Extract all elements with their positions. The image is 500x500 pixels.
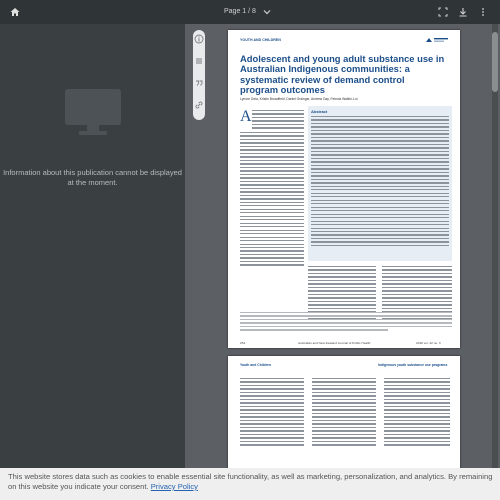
body-text-column-1 bbox=[252, 110, 304, 131]
cookie-banner: This website stores data such as cookies… bbox=[0, 468, 500, 500]
fit-width-icon[interactable] bbox=[438, 7, 448, 17]
link-icon[interactable] bbox=[194, 100, 204, 110]
tool-rail bbox=[193, 30, 205, 120]
scrollbar-thumb[interactable] bbox=[492, 32, 498, 92]
pdf-page-1: YOUTH AND CHILDREN Adolescent and young … bbox=[228, 30, 460, 348]
abstract-heading: Abstract bbox=[311, 109, 328, 114]
list-icon[interactable] bbox=[194, 56, 204, 66]
top-toolbar: Page 1 / 8 bbox=[0, 0, 500, 24]
abstract-text bbox=[311, 116, 449, 248]
article-authors: Lynore Geia, Kristin Broadfield, Daniel … bbox=[240, 97, 358, 101]
more-icon[interactable] bbox=[478, 7, 488, 17]
quote-icon[interactable] bbox=[194, 78, 204, 88]
privacy-policy-link[interactable]: Privacy Policy bbox=[151, 482, 198, 491]
journal-name: Australian and New Zealand Journal of Pu… bbox=[298, 341, 371, 345]
unavailable-message: Information about this publication canno… bbox=[3, 168, 182, 187]
cookie-message: This website stores data such as cookies… bbox=[8, 472, 496, 492]
volume-info: 2018 vol. 42 no. 3 bbox=[416, 341, 441, 345]
download-icon[interactable] bbox=[458, 7, 468, 17]
monitor-icon bbox=[65, 89, 121, 135]
page2-running-head: Indigenous youth substance use programs bbox=[378, 363, 448, 367]
page-number: 254 bbox=[240, 341, 246, 345]
body-text-column-1b bbox=[240, 132, 304, 268]
viewer-scrollbar[interactable] bbox=[492, 24, 498, 500]
journal-logo bbox=[424, 36, 450, 44]
page2-column-2 bbox=[312, 378, 376, 448]
journal-section: YOUTH AND CHILDREN bbox=[240, 38, 281, 42]
cookie-text: This website stores data such as cookies… bbox=[8, 472, 493, 491]
page-indicator: Page 1 / 8 bbox=[224, 8, 256, 15]
drop-cap: A bbox=[240, 108, 252, 125]
abstract-box: Abstract bbox=[308, 106, 452, 261]
chevron-down-icon[interactable] bbox=[262, 7, 272, 17]
page2-section: Youth and Children bbox=[240, 363, 272, 367]
footnotes bbox=[240, 312, 452, 333]
info-icon[interactable] bbox=[194, 34, 204, 44]
page2-column-3 bbox=[384, 378, 450, 448]
publication-info-sidebar: Information about this publication canno… bbox=[0, 24, 185, 500]
home-icon[interactable] bbox=[10, 7, 20, 17]
article-title: Adolescent and young adult substance use… bbox=[240, 53, 445, 96]
page2-column-1 bbox=[240, 378, 304, 448]
